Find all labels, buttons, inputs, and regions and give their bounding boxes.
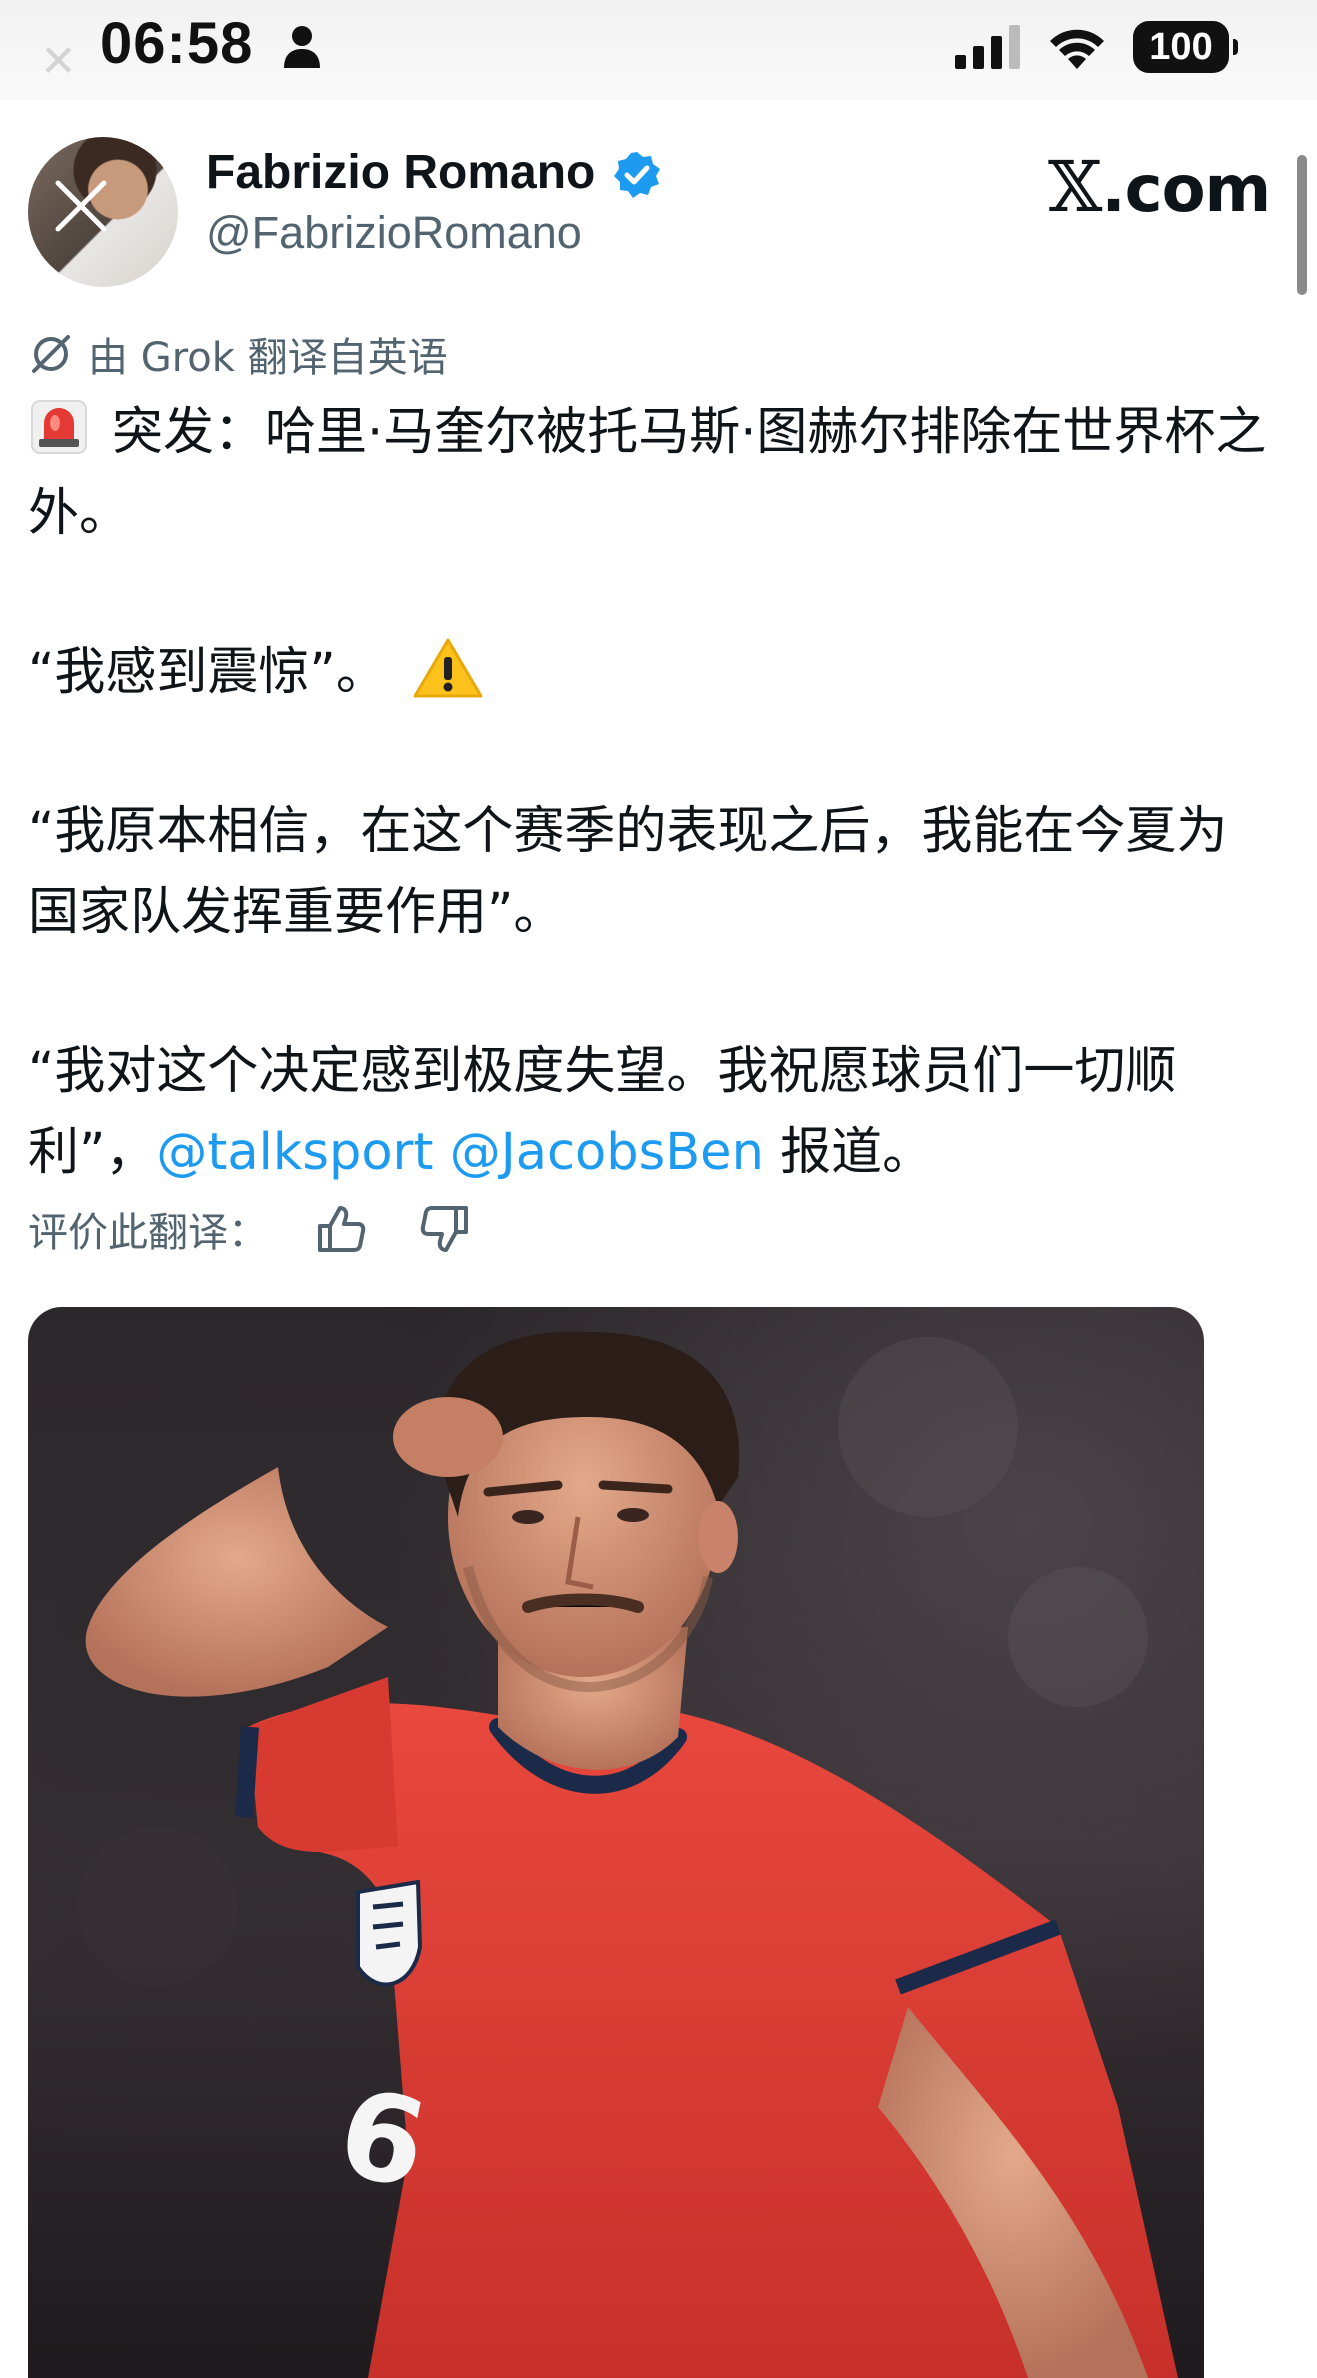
mention-link[interactable]: @JacobsBen bbox=[450, 1123, 764, 1182]
close-icon[interactable] bbox=[46, 171, 116, 241]
person-icon bbox=[284, 26, 320, 68]
tweet-paragraph: “我原本相信，在这个赛季的表现之后，我能在今夏为国家队发挥重要作用”。 bbox=[28, 791, 1273, 953]
tweet-paragraph: “我对这个决定感到极度失望。我祝愿球员们一切顺利”，@talksport @Ja… bbox=[28, 1031, 1273, 1193]
x-logo-icon: 𝕏 bbox=[1048, 146, 1102, 228]
tweet-text: 突发：哈里·马奎尔被托马斯·图赫尔排除在世界杯之外。 “我感到震惊”。 “我原本… bbox=[28, 392, 1273, 1193]
site-label: 𝕏.com bbox=[1048, 146, 1271, 228]
thumbs-up-icon[interactable] bbox=[314, 1202, 368, 1256]
rate-translation-label: 评价此翻译： bbox=[28, 1210, 268, 1256]
author-handle[interactable]: @FabrizioRomano bbox=[206, 207, 582, 259]
wifi-icon bbox=[1050, 29, 1104, 69]
tweet-paragraph: 突发：哈里·马奎尔被托马斯·图赫尔排除在世界杯之外。 bbox=[28, 392, 1273, 554]
translation-note-text: 由 Grok 翻译自英语 bbox=[88, 335, 448, 381]
warning-emoji-icon bbox=[413, 638, 483, 698]
author-name[interactable]: Fabrizio Romano bbox=[206, 145, 595, 200]
tweet-photo[interactable]: 6 bbox=[28, 1307, 1204, 2378]
tweet-line-quote2: “我原本相信，在这个赛季的表现之后，我能在今夏为国家队发挥重要作用”。 bbox=[28, 802, 1228, 942]
faded-close-icon: ✕ bbox=[40, 36, 77, 87]
mention-link[interactable]: @talksport bbox=[156, 1123, 433, 1182]
status-indicators: 100 bbox=[955, 20, 1238, 74]
avatar[interactable] bbox=[28, 137, 178, 287]
tweet-line-suffix: 报道。 bbox=[780, 1123, 934, 1182]
battery-icon: 100 bbox=[1133, 21, 1238, 73]
translation-note: 由 Grok 翻译自英语 bbox=[28, 325, 448, 383]
status-time: 06:58 bbox=[100, 11, 254, 76]
siren-emoji-icon bbox=[31, 400, 87, 454]
cellular-signal-icon bbox=[955, 25, 1020, 69]
verified-badge-icon bbox=[614, 152, 660, 198]
site-domain: .com bbox=[1101, 153, 1271, 227]
tweet-line-quote1: “我感到震惊”。 bbox=[28, 643, 387, 702]
tweet-paragraph: “我感到震惊”。 bbox=[28, 632, 1273, 713]
tweet-line-breaking: 突发：哈里·马奎尔被托马斯·图赫尔排除在世界杯之外。 bbox=[28, 403, 1267, 543]
thumbs-down-icon[interactable] bbox=[418, 1202, 472, 1256]
grok-icon bbox=[32, 335, 70, 373]
player-photo-illustration: 6 bbox=[78, 1331, 1178, 2378]
status-bar: ✕ 06:58 100 bbox=[0, 0, 1317, 100]
rate-translation: 评价此翻译： bbox=[28, 1200, 472, 1258]
scrollbar[interactable] bbox=[1297, 155, 1307, 295]
